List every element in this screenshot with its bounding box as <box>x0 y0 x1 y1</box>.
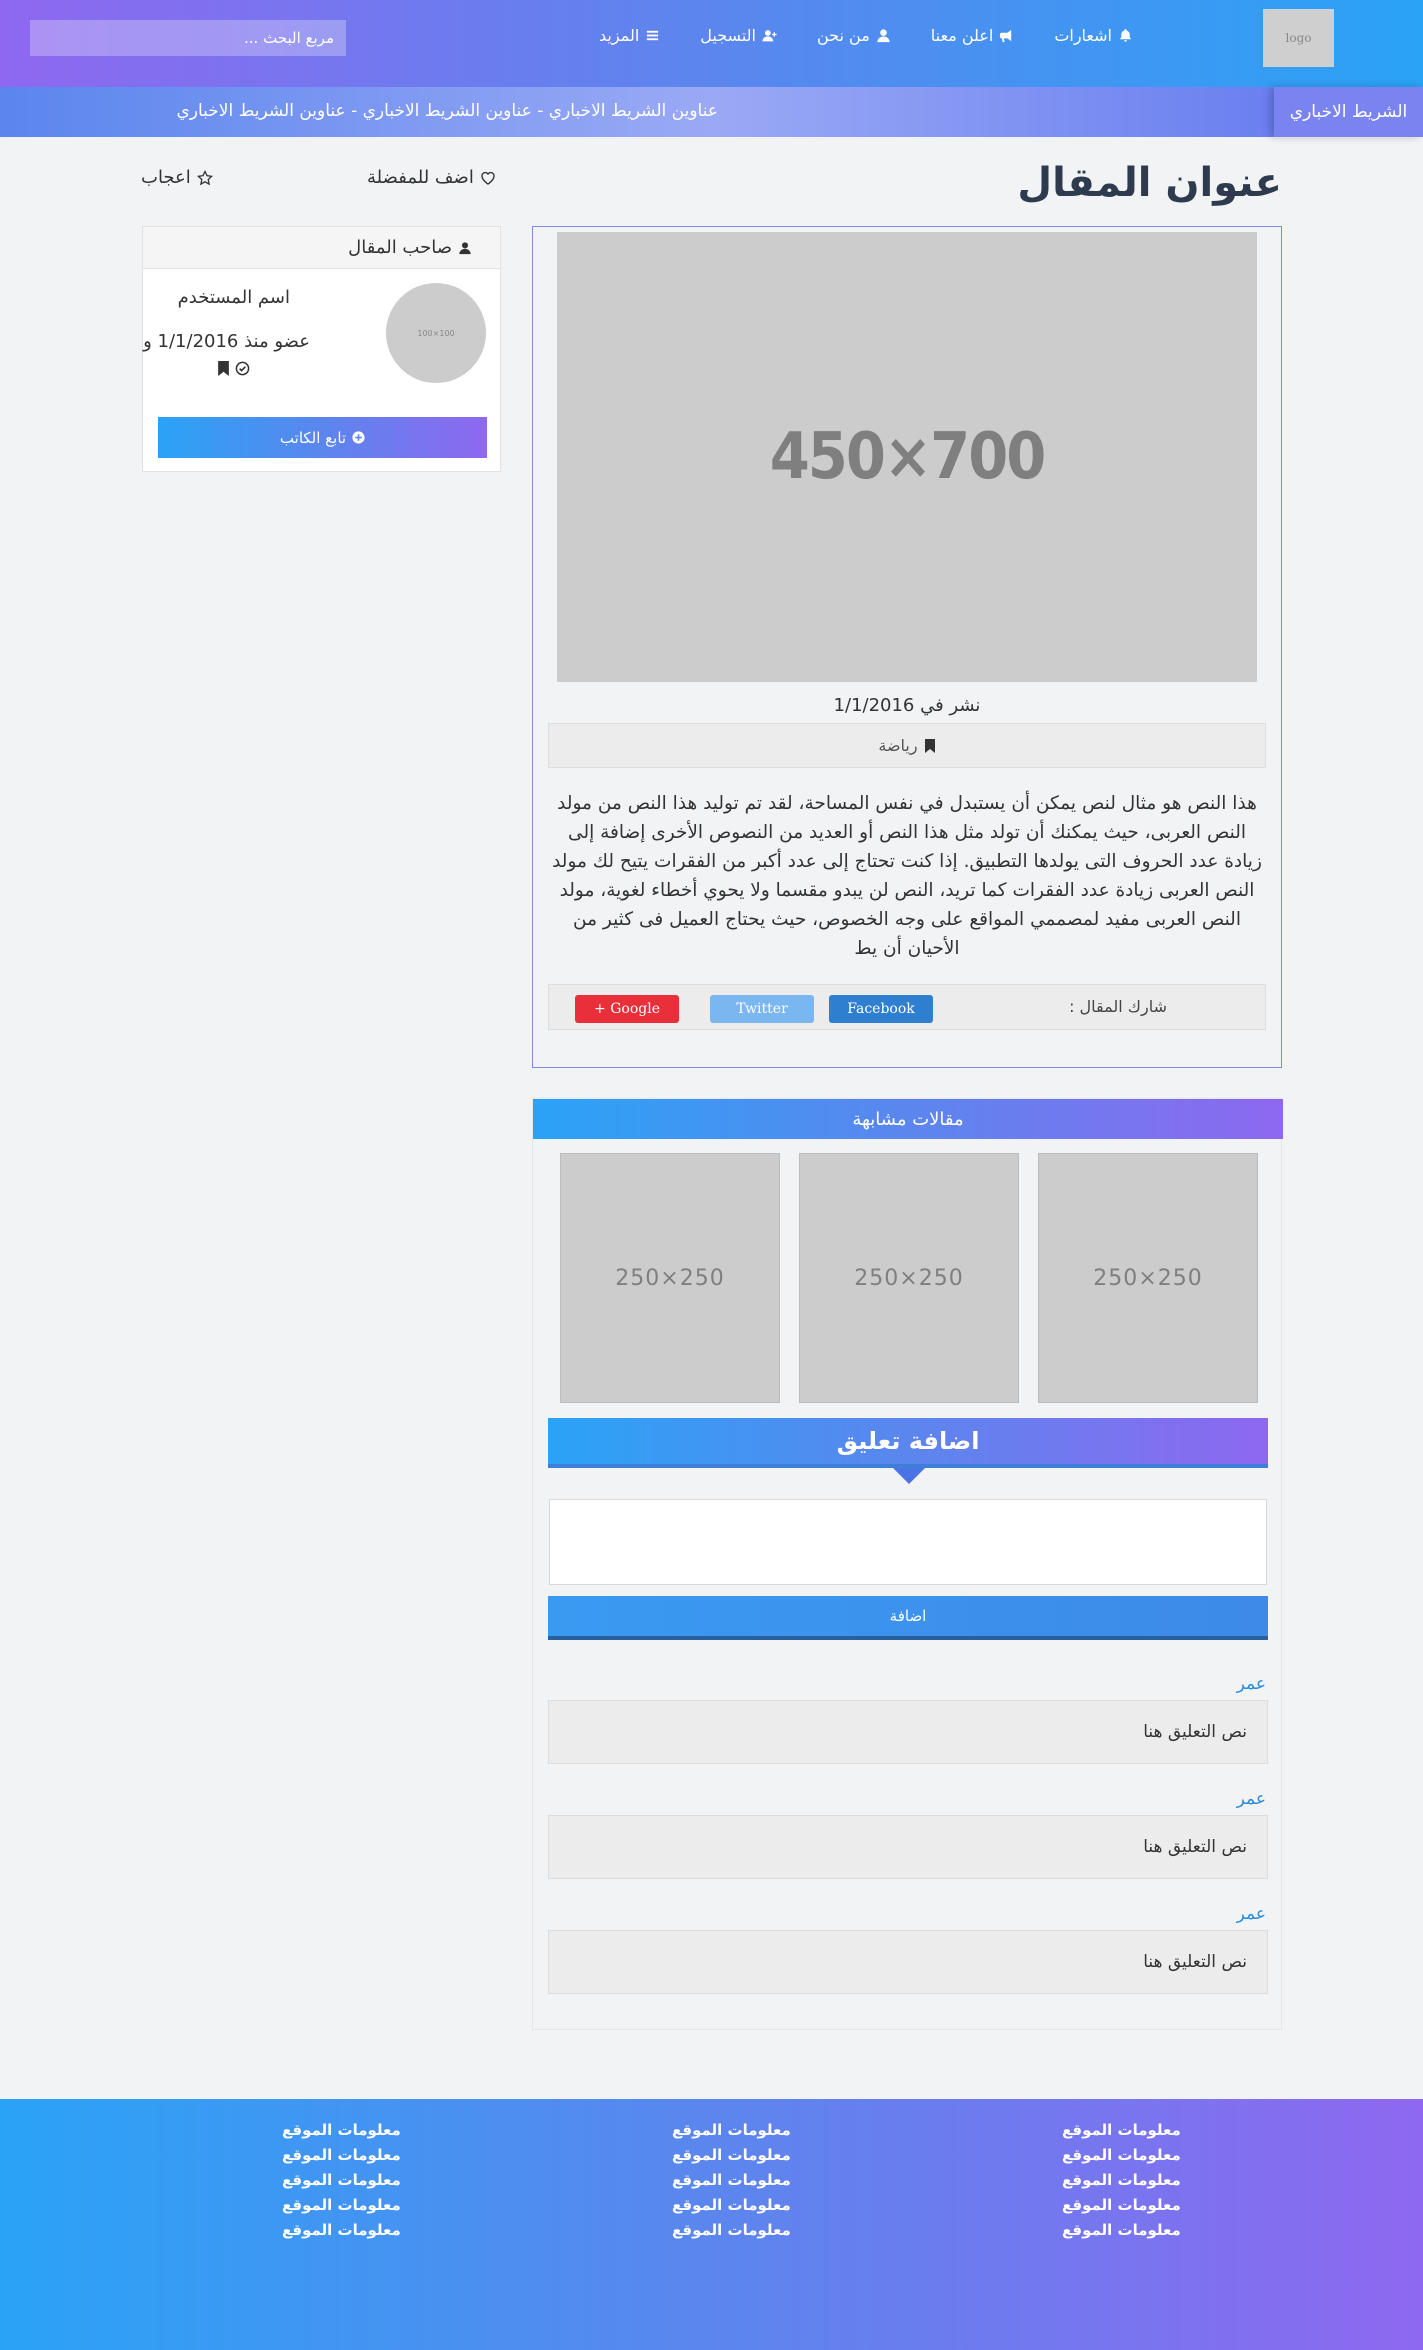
article-body: هذا النص هو مثال لنص يمكن أن يستبدل في ن… <box>552 793 1262 959</box>
plus-circle-icon <box>352 431 365 444</box>
footer-link[interactable]: معلومات الموقع <box>282 2145 401 2165</box>
avatar[interactable]: 100×100 <box>386 283 486 383</box>
search-input[interactable] <box>30 20 346 56</box>
news-ticker: الشريط الاخباري عناوين الشريط الاخباري -… <box>0 87 1423 137</box>
comment-author[interactable]: عمر <box>1237 1674 1266 1694</box>
comment-author[interactable]: عمر <box>1237 1904 1266 1924</box>
add-favorite-button[interactable]: اضف للمفضلة <box>367 167 496 188</box>
heart-icon <box>481 171 495 185</box>
category-label: رياضة <box>878 736 918 755</box>
nav-about[interactable]: من نحن <box>797 22 911 49</box>
footer-link[interactable]: معلومات الموقع <box>1062 2145 1181 2165</box>
user-icon <box>877 29 890 43</box>
nav-more[interactable]: المزيد <box>579 22 680 49</box>
footer-link[interactable]: معلومات الموقع <box>672 2195 791 2215</box>
author-card-title: صاحب المقال <box>348 237 452 258</box>
like-label: اعجاب <box>141 167 191 188</box>
site-logo[interactable]: logo <box>1263 9 1334 67</box>
related-thumb[interactable]: 250×250 <box>560 1153 780 1403</box>
bookmark-icon <box>924 738 935 753</box>
comment-author[interactable]: عمر <box>1237 1789 1266 1809</box>
footer-link[interactable]: معلومات الموقع <box>672 2120 791 2140</box>
share-google-button[interactable]: Google + <box>575 995 679 1023</box>
share-twitter-button[interactable]: Twitter <box>710 995 814 1023</box>
nav-label: من نحن <box>816 26 870 45</box>
bell-icon <box>1119 28 1132 42</box>
like-button[interactable]: اعجاب <box>141 167 213 188</box>
nav-label: المزيد <box>599 26 640 45</box>
share-bar: شارك المقال : Facebook Twitter Google + <box>548 984 1266 1030</box>
footer-link[interactable]: معلومات الموقع <box>282 2220 401 2240</box>
related-thumb[interactable]: 250×250 <box>1038 1153 1258 1403</box>
comment-text: نص التعليق هنا <box>548 1815 1268 1879</box>
user-plus-icon <box>762 30 777 42</box>
author-card: صاحب المقال 100×100 اسم المستخدم عضو منذ… <box>142 226 501 472</box>
nav-notifications[interactable]: اشعارات <box>1034 22 1153 49</box>
footer-link[interactable]: معلومات الموقع <box>672 2170 791 2190</box>
author-card-header: صاحب المقال <box>143 227 500 269</box>
check-circle-icon <box>235 361 250 376</box>
footer-link[interactable]: معلومات الموقع <box>1062 2170 1181 2190</box>
main-nav: اشعارات اعلن معنا من نحن التسجيل المزيد <box>579 22 1153 49</box>
footer-link[interactable]: معلومات الموقع <box>1062 2120 1181 2140</box>
article-title: عنوان المقال <box>1017 160 1282 206</box>
comment-text: نص التعليق هنا <box>548 1700 1268 1764</box>
published-date: نشر في 1/1/2016 <box>833 695 981 716</box>
follow-label: تابع الكاتب <box>279 428 347 447</box>
article-image: 700×450 <box>557 232 1257 682</box>
bookmark-icon <box>218 361 229 376</box>
category-tag[interactable]: رياضة <box>548 723 1266 768</box>
nav-advertise[interactable]: اعلن معنا <box>911 22 1035 49</box>
site-footer: معلومات الموقع معلومات الموقع معلومات ال… <box>0 2099 1423 2350</box>
footer-link[interactable]: معلومات الموقع <box>282 2195 401 2215</box>
ticker-headlines[interactable]: عناوين الشريط الاخباري - عناوين الشريط ا… <box>176 101 718 121</box>
bars-icon <box>647 30 659 41</box>
comment-text: نص التعليق هنا <box>548 1930 1268 1994</box>
author-username[interactable]: اسم المستخدم <box>178 287 290 308</box>
nav-label: اعلن معنا <box>930 26 994 45</box>
member-since: عضو منذ 1/1/2016 و <box>143 331 310 352</box>
user-icon <box>459 241 471 254</box>
footer-link[interactable]: معلومات الموقع <box>1062 2195 1181 2215</box>
article-box: 700×450 نشر في 1/1/2016 رياضة هذا النص ه… <box>532 226 1282 1068</box>
add-comment-header: اضافة تعليق <box>548 1418 1268 1468</box>
submit-comment-button[interactable]: اضافة <box>548 1596 1268 1640</box>
footer-link[interactable]: معلومات الموقع <box>672 2145 791 2165</box>
related-and-comments: مقالات مشابهة 250×250 250×250 250×250 اض… <box>532 1098 1283 2030</box>
nav-register[interactable]: التسجيل <box>680 22 797 49</box>
nav-label: التسجيل <box>700 26 756 45</box>
top-navbar: logo اشعارات اعلن معنا من نحن التسجيل ال… <box>0 0 1423 87</box>
ticker-label: الشريط الاخباري <box>1274 87 1423 137</box>
related-articles-header: مقالات مشابهة <box>533 1099 1283 1139</box>
nav-label: اشعارات <box>1054 26 1112 45</box>
share-label: شارك المقال : <box>1069 997 1167 1016</box>
share-facebook-button[interactable]: Facebook <box>829 995 933 1023</box>
footer-link[interactable]: معلومات الموقع <box>282 2170 401 2190</box>
footer-column: معلومات الموقع معلومات الموقع معلومات ال… <box>672 2120 791 2240</box>
comment-textarea[interactable] <box>549 1499 1267 1585</box>
author-badges <box>216 361 250 376</box>
header-arrow <box>893 1468 925 1484</box>
follow-author-button[interactable]: تابع الكاتب <box>158 417 487 458</box>
footer-link[interactable]: معلومات الموقع <box>282 2120 401 2140</box>
footer-link[interactable]: معلومات الموقع <box>1062 2220 1181 2240</box>
star-icon <box>196 169 213 185</box>
footer-column: معلومات الموقع معلومات الموقع معلومات ال… <box>282 2120 401 2240</box>
bullhorn-icon <box>1000 29 1012 43</box>
add-favorite-label: اضف للمفضلة <box>367 167 474 188</box>
footer-link[interactable]: معلومات الموقع <box>672 2220 791 2240</box>
footer-column: معلومات الموقع معلومات الموقع معلومات ال… <box>1062 2120 1181 2240</box>
related-thumb[interactable]: 250×250 <box>799 1153 1019 1403</box>
